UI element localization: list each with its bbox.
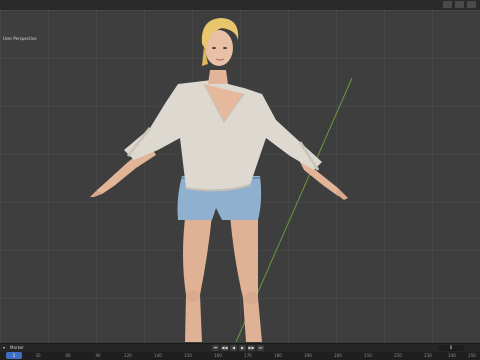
character-model[interactable] [0, 10, 480, 342]
3d-viewport[interactable]: User Perspective [0, 10, 480, 342]
ruler-tick: 90 [95, 353, 101, 358]
jump-start-button[interactable]: ⏮ [212, 345, 219, 351]
ruler-tick: 210 [364, 353, 372, 358]
ruler-tick: 240 [448, 353, 456, 358]
right-hand [336, 188, 348, 200]
ruler-tick: 30 [35, 353, 41, 358]
left-leg [183, 210, 212, 342]
ruler-tick: 140 [154, 353, 162, 358]
xray-toggle-button[interactable] [455, 1, 464, 8]
timeline-dropdown-menu[interactable]: ▾ [3, 345, 5, 350]
left-knee [186, 290, 200, 302]
ruler-tick: 150 [184, 353, 192, 358]
overlay-toggle-button[interactable] [443, 1, 452, 8]
ruler-tick: 60 [65, 353, 71, 358]
ruler-tick: 160 [214, 353, 222, 358]
next-keyframe-button[interactable]: ▶▶ [248, 345, 255, 351]
right-knee [244, 292, 258, 304]
shading-mode-button[interactable] [467, 1, 476, 8]
right-leg [230, 212, 262, 342]
ruler-tick: 200 [334, 353, 342, 358]
ruler-tick: 230 [424, 353, 432, 358]
ruler-tick: 170 [244, 353, 252, 358]
play-button[interactable]: ▶ [239, 345, 246, 351]
ruler-tick: 180 [274, 353, 282, 358]
viewport-header-widgets [443, 1, 476, 8]
play-reverse-button[interactable]: ◀ [230, 345, 237, 351]
ruler-tick: 220 [394, 353, 402, 358]
jump-end-button[interactable]: ⏭ [257, 345, 264, 351]
ruler-tick: 250 [468, 353, 476, 358]
neck [208, 70, 228, 84]
ruler-tick: 120 [124, 353, 132, 358]
prev-keyframe-button[interactable]: ◀◀ [221, 345, 228, 351]
ruler-tick: 190 [304, 353, 312, 358]
marker-menu[interactable]: Marker [10, 345, 24, 350]
timeline-ruler[interactable]: 1 30 60 90 120 140 150 160 170 180 190 2… [0, 352, 480, 360]
current-frame-indicator[interactable]: 1 [6, 352, 22, 359]
timeline-menus: ▾ Marker [3, 345, 24, 350]
current-frame-field[interactable]: 0 [438, 345, 464, 351]
playback-controls: ⏮ ◀◀ ◀ ▶ ▶▶ ⏭ [212, 345, 264, 351]
